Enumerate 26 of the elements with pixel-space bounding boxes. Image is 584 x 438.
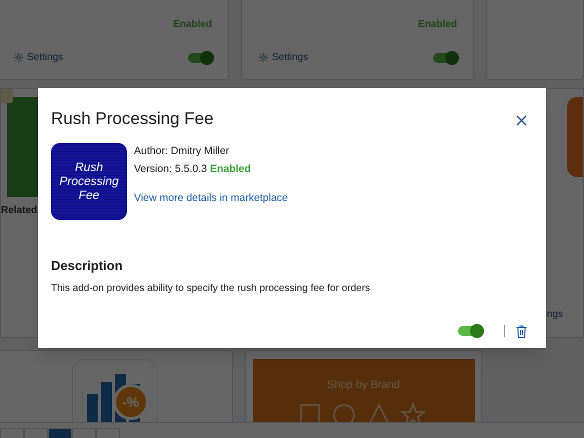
toggle-switch[interactable] [188, 52, 212, 62]
close-button[interactable] [514, 114, 528, 128]
logo-text: Processing [59, 174, 119, 188]
gear-icon [13, 52, 24, 63]
warning-tag [1, 89, 13, 103]
shapes-icon [298, 402, 428, 422]
status-label: Enabled [418, 18, 457, 32]
version-text: Version: 5.5.0.3 [134, 162, 207, 176]
description-text: This add-on provides ability to specify the rush processing fee for orders [51, 282, 372, 296]
dialog-title: Rush Processing Fee [51, 108, 214, 130]
logo-text: Rush [74, 160, 103, 174]
settings-link[interactable]: Settings [258, 50, 308, 65]
banner-title: Shop by Brand [327, 378, 400, 393]
status-label: Enabled [210, 162, 251, 176]
settings-link[interactable]: Settings [13, 50, 64, 65]
section-heading: Description [51, 256, 124, 275]
toggle-switch[interactable] [432, 52, 457, 62]
author-text: Author: Dmitry Miller [134, 144, 230, 158]
addon-title: Related [1, 204, 38, 218]
status-label: Enabled [173, 18, 212, 32]
logo-text: Fee [78, 188, 100, 202]
discount-badge: -% [112, 384, 148, 420]
marketplace-link[interactable]: View more details in marketplace [134, 190, 288, 206]
gear-icon [258, 52, 269, 63]
delete-button[interactable] [515, 324, 527, 338]
toggle-switch[interactable] [458, 326, 482, 336]
